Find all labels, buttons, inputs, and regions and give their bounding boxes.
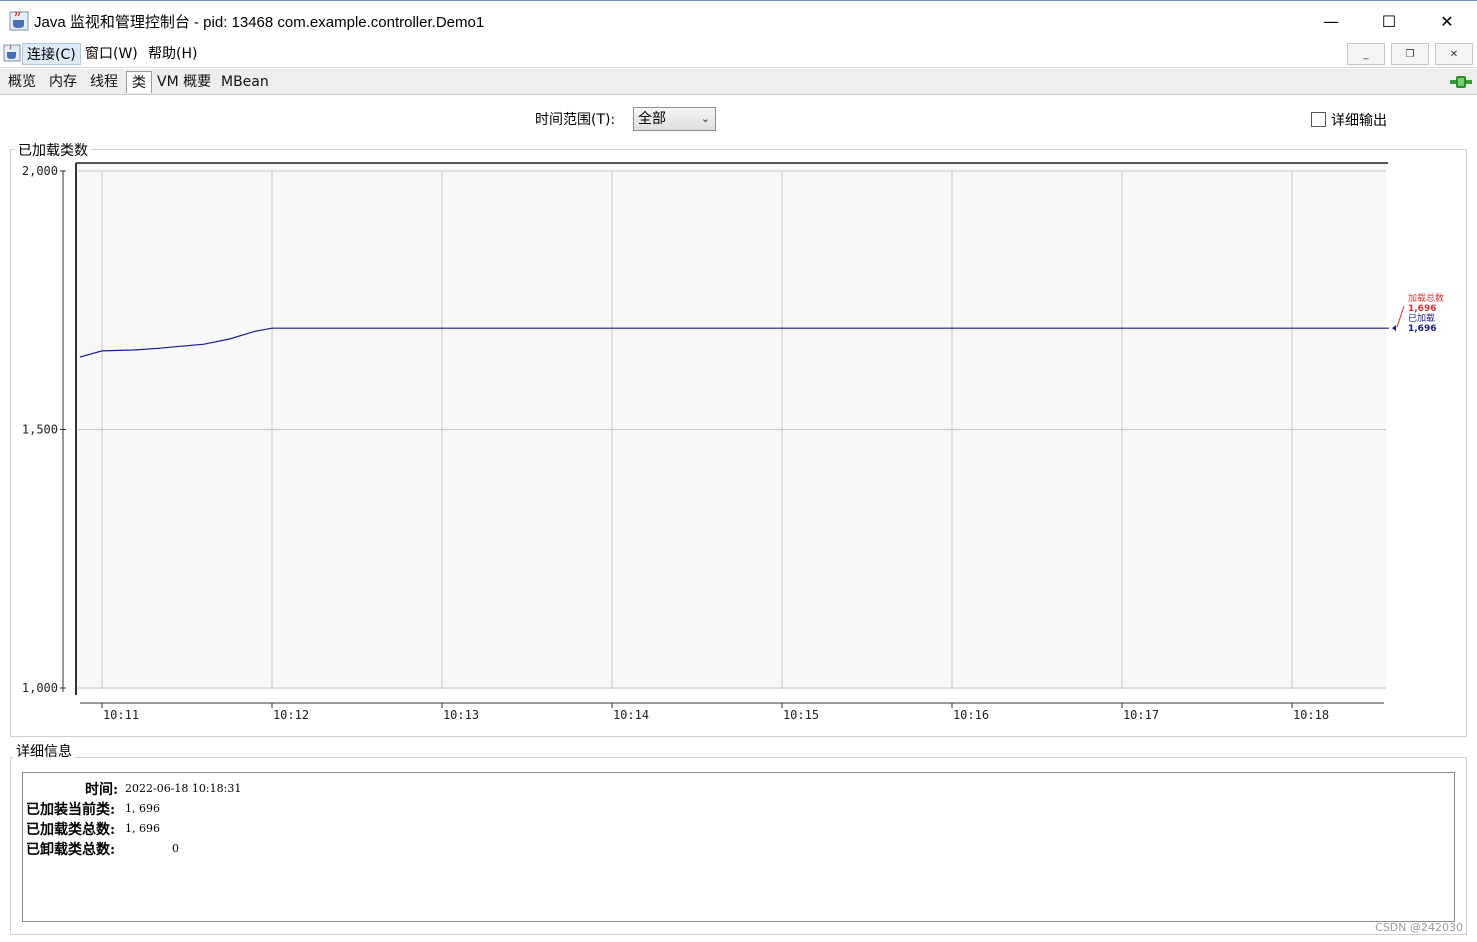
detail-time-label: 时间: (85, 782, 119, 798)
y-tick-label: 1,000 (22, 681, 58, 695)
legend-loaded-value: 1,696 (1408, 324, 1436, 334)
x-tick-label: 10:11 (103, 708, 139, 722)
x-tick-label: 10:15 (783, 708, 819, 722)
detail-time-value: 2022-06-18 10:18:31 (125, 782, 242, 795)
watermark: CSDN @242030 (1375, 921, 1463, 934)
detail-total-loaded-label: 已加载类总数: (26, 822, 116, 838)
x-tick-label: 10:18 (1293, 708, 1329, 722)
x-tick-label: 10:13 (443, 708, 479, 722)
y-tick-label: 1,500 (22, 423, 58, 437)
x-tick-label: 10:12 (273, 708, 309, 722)
legend-total-value: 1,696 (1408, 304, 1436, 314)
legend-pointer-total (1396, 305, 1405, 328)
x-tick-label: 10:17 (1123, 708, 1159, 722)
detail-unloaded-label: 已卸载类总数: (26, 842, 116, 858)
legend-total-label: 加载总数 (1408, 292, 1444, 304)
x-tick-label: 10:16 (953, 708, 989, 722)
detail-current-loaded-label: 已加装当前类: (26, 802, 116, 818)
x-tick-label: 10:14 (613, 708, 649, 722)
detail-unloaded-value: 0 (172, 842, 179, 855)
details-title: 详细信息 (13, 741, 75, 761)
detail-total-loaded-value: 1, 696 (125, 822, 160, 835)
detail-current-loaded-value: 1, 696 (125, 802, 160, 815)
legend-marker (1392, 325, 1396, 332)
y-tick-label: 2,000 (22, 164, 58, 178)
legend-loaded-label: 已加载 (1408, 312, 1435, 324)
